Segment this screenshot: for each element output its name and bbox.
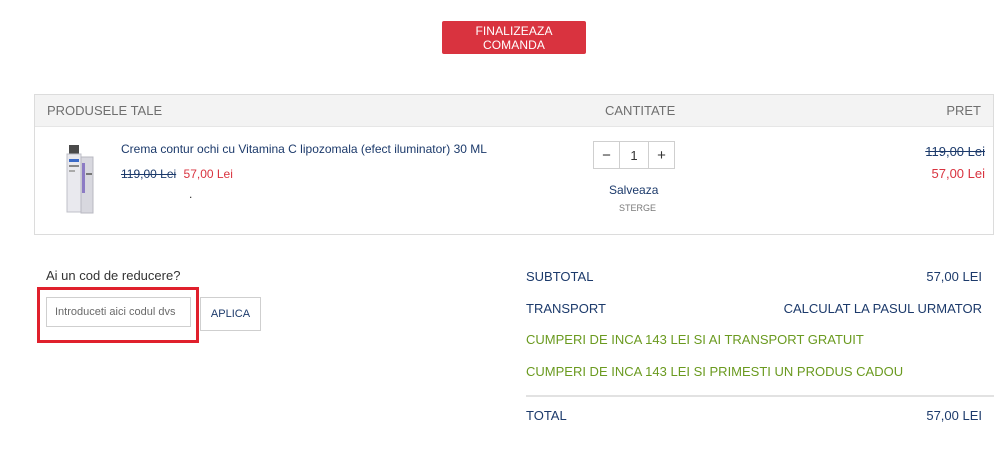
save-for-later-link[interactable]: Salveaza [609,183,658,197]
discount-code-input[interactable] [46,297,191,327]
product-old-price: 119,00 Lei [121,167,177,181]
cart-table: PRODUSELE TALE CANTITATE PRET Crema cont… [34,94,994,235]
summary-divider [526,395,994,397]
finalize-order-button[interactable]: FINALIZEAZA COMANDA [442,21,586,54]
total-label: TOTAL [526,408,567,423]
transport-value: CALCULAT LA PASUL URMATOR [783,301,982,316]
product-thumbnail[interactable] [57,143,101,215]
product-name-link[interactable]: Crema contur ochi cu Vitamina C lipozoma… [121,142,487,156]
free-shipping-promo: CUMPERI DE INCA 143 LEI SI AI TRANSPORT … [526,332,864,347]
subtotal-label: SUBTOTAL [526,269,594,284]
apply-discount-button[interactable]: APLICA [200,297,261,331]
header-price: PRET [946,103,981,118]
remove-item-link[interactable]: STERGE [619,203,656,213]
product-price-line: 119,00 Lei 57,00 Lei [121,167,233,181]
header-quantity: CANTITATE [605,103,676,118]
subtotal-value: 57,00 LEI [926,269,982,284]
quantity-stepper: − 1 + [593,141,675,169]
row-old-price: 119,00 Lei [925,144,985,159]
product-new-price: 57,00 Lei [183,167,233,181]
row-new-price: 57,00 Lei [931,166,986,181]
header-products: PRODUSELE TALE [47,103,163,118]
discount-code-label: Ai un cod de reducere? [46,268,181,283]
increase-quantity-button[interactable]: + [649,142,674,168]
gift-promo: CUMPERI DE INCA 143 LEI SI PRIMESTI UN P… [526,364,904,379]
total-value: 57,00 LEI [926,408,982,423]
quantity-value[interactable]: 1 [619,142,649,168]
transport-label: TRANSPORT [526,301,606,316]
decrease-quantity-button[interactable]: − [594,142,619,168]
cart-header: PRODUSELE TALE CANTITATE PRET [35,95,993,127]
product-note-dot: . [189,187,193,201]
